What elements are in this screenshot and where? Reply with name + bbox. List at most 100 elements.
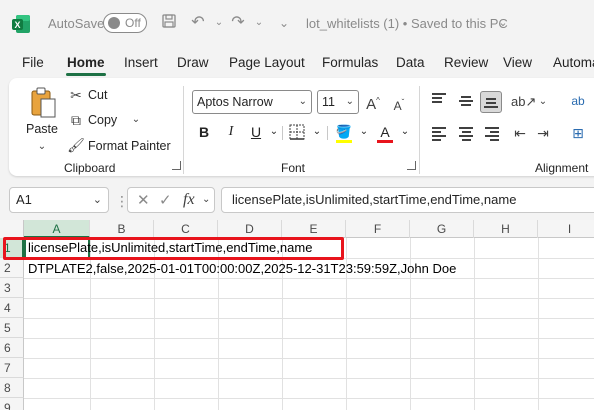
column-header-b[interactable]: B: [90, 220, 154, 238]
svg-text:X: X: [14, 20, 20, 30]
tab-review[interactable]: Review: [444, 55, 488, 70]
bottom-align-icon: [484, 98, 498, 110]
borders-icon[interactable]: [289, 124, 305, 140]
decrease-indent-icon[interactable]: ⇤: [511, 124, 529, 142]
copy-button[interactable]: Copy: [88, 113, 117, 127]
top-align-icon[interactable]: [432, 93, 446, 105]
tab-page-layout[interactable]: Page Layout: [229, 55, 305, 70]
middle-align-icon[interactable]: [459, 96, 473, 108]
font-launcher-icon[interactable]: [407, 161, 416, 170]
copy-icon[interactable]: ⧉: [67, 111, 85, 129]
row-header-7[interactable]: 7: [0, 358, 24, 378]
scissors-icon[interactable]: ✂: [67, 86, 85, 104]
font-size-select[interactable]: 11 ⌄: [317, 90, 359, 114]
customize-toolbar-icon[interactable]: ⌄: [274, 13, 294, 33]
cut-button[interactable]: Cut: [88, 88, 107, 102]
align-left-icon[interactable]: [432, 127, 446, 141]
format-painter-icon[interactable]: 🖌: [67, 136, 85, 154]
underline-dropdown-icon[interactable]: ⌄: [264, 122, 284, 142]
orientation-icon[interactable]: ab↗: [511, 93, 536, 111]
autosave-toggle[interactable]: Off: [103, 13, 147, 33]
tab-insert[interactable]: Insert: [124, 55, 158, 70]
tab-file[interactable]: File: [22, 55, 44, 70]
borders-dropdown-icon[interactable]: ⌄: [307, 122, 327, 142]
formula-actions: ✕ ✓ fx ⌄: [127, 187, 215, 213]
clipboard-group-label: Clipboard: [64, 161, 116, 175]
column-header-d[interactable]: D: [218, 220, 282, 238]
enter-icon[interactable]: ✓: [159, 191, 172, 209]
row-header-8[interactable]: 8: [0, 378, 24, 398]
row-header-9[interactable]: 9: [0, 398, 24, 410]
gridline: [24, 318, 594, 319]
spreadsheet-grid[interactable]: A B C D E F G H I 1 2 3 4 5 6 7 8 9 lice…: [0, 220, 594, 410]
font-name-select[interactable]: Aptos Narrow ⌄: [192, 90, 312, 114]
row-header-4[interactable]: 4: [0, 298, 24, 318]
paste-dropdown-icon[interactable]: ⌄: [33, 138, 51, 156]
column-header-c[interactable]: C: [154, 220, 218, 238]
undo-icon[interactable]: ↶: [188, 13, 208, 33]
column-header-g[interactable]: G: [410, 220, 474, 238]
undo-dropdown-icon[interactable]: ⌄: [209, 13, 229, 33]
column-header-h[interactable]: H: [474, 220, 538, 238]
orientation-dropdown-icon[interactable]: ⌄: [534, 93, 552, 111]
gridline: [24, 398, 594, 399]
column-header-e[interactable]: E: [282, 220, 346, 238]
copy-dropdown-icon[interactable]: ⌄: [127, 111, 145, 129]
gridline: [24, 338, 594, 339]
paste-icon[interactable]: [29, 86, 59, 120]
tab-formulas[interactable]: Formulas: [322, 55, 378, 70]
font-color-dropdown-icon[interactable]: ⌄: [395, 122, 415, 142]
column-header-a[interactable]: A: [24, 220, 90, 238]
align-center-icon[interactable]: [459, 127, 473, 141]
increase-indent-icon[interactable]: ⇥: [534, 124, 552, 142]
clipboard-launcher-icon[interactable]: [172, 161, 181, 170]
column-header-f[interactable]: F: [346, 220, 410, 238]
tab-home[interactable]: Home: [67, 55, 105, 70]
fill-color-swatch: [336, 140, 352, 143]
tab-automate[interactable]: Automa: [553, 55, 594, 70]
insert-function-icon[interactable]: fx: [183, 191, 195, 209]
cell-a2[interactable]: DTPLATE2,false,2025-01-01T00:00:00Z,2025…: [28, 259, 456, 279]
italic-button[interactable]: I: [221, 122, 241, 142]
row-header-5[interactable]: 5: [0, 318, 24, 338]
font-group-label: Font: [281, 161, 306, 175]
ribbon-separator: [327, 126, 328, 140]
redo-icon[interactable]: ↷: [228, 13, 248, 33]
toggle-knob: [108, 17, 120, 29]
select-all-button[interactable]: [0, 220, 24, 238]
row-header-3[interactable]: 3: [0, 278, 24, 298]
gridline: [24, 358, 594, 359]
title-bar: X AutoSave Off ↶ ⌄ ↷ ⌄ ⌄ lot_whitelists …: [0, 0, 594, 46]
title-dropdown-icon[interactable]: ⌄: [493, 13, 513, 33]
font-color-icon[interactable]: A: [375, 122, 395, 142]
autosave-state: Off: [125, 16, 141, 30]
column-header-i[interactable]: I: [538, 220, 594, 238]
formula-input[interactable]: licensePlate,isUnlimited,startTime,endTi…: [221, 187, 594, 213]
gridline: [24, 378, 594, 379]
bold-button[interactable]: B: [194, 122, 214, 142]
paste-button[interactable]: Paste: [26, 122, 58, 136]
tab-draw[interactable]: Draw: [177, 55, 209, 70]
align-right-icon[interactable]: [485, 127, 499, 141]
row-header-6[interactable]: 6: [0, 338, 24, 358]
document-title[interactable]: lot_whitelists (1) • Saved to this PC: [306, 16, 508, 31]
save-icon[interactable]: [159, 13, 179, 33]
row-header-2[interactable]: 2: [0, 258, 24, 278]
fill-color-dropdown-icon[interactable]: ⌄: [354, 122, 374, 142]
tab-data[interactable]: Data: [396, 55, 425, 70]
redo-dropdown-icon[interactable]: ⌄: [249, 13, 269, 33]
fill-color-icon[interactable]: 🪣: [334, 122, 354, 142]
ribbon-separator: [282, 126, 283, 140]
wrap-text-icon[interactable]: ab: [569, 92, 587, 110]
name-box[interactable]: A1 ⌄: [9, 187, 109, 213]
tab-view[interactable]: View: [503, 55, 532, 70]
merge-center-icon[interactable]: ⊞: [569, 124, 587, 142]
function-dropdown-icon[interactable]: ⌄: [202, 194, 210, 205]
ribbon-separator: [419, 86, 420, 174]
chevron-down-icon: ⌄: [345, 96, 354, 107]
cancel-icon[interactable]: ✕: [137, 191, 150, 209]
increase-font-size-icon[interactable]: A^: [364, 92, 382, 113]
format-painter-button[interactable]: Format Painter: [88, 139, 171, 153]
decrease-font-size-icon[interactable]: Aˇ: [390, 94, 408, 113]
underline-button[interactable]: U: [246, 122, 266, 142]
